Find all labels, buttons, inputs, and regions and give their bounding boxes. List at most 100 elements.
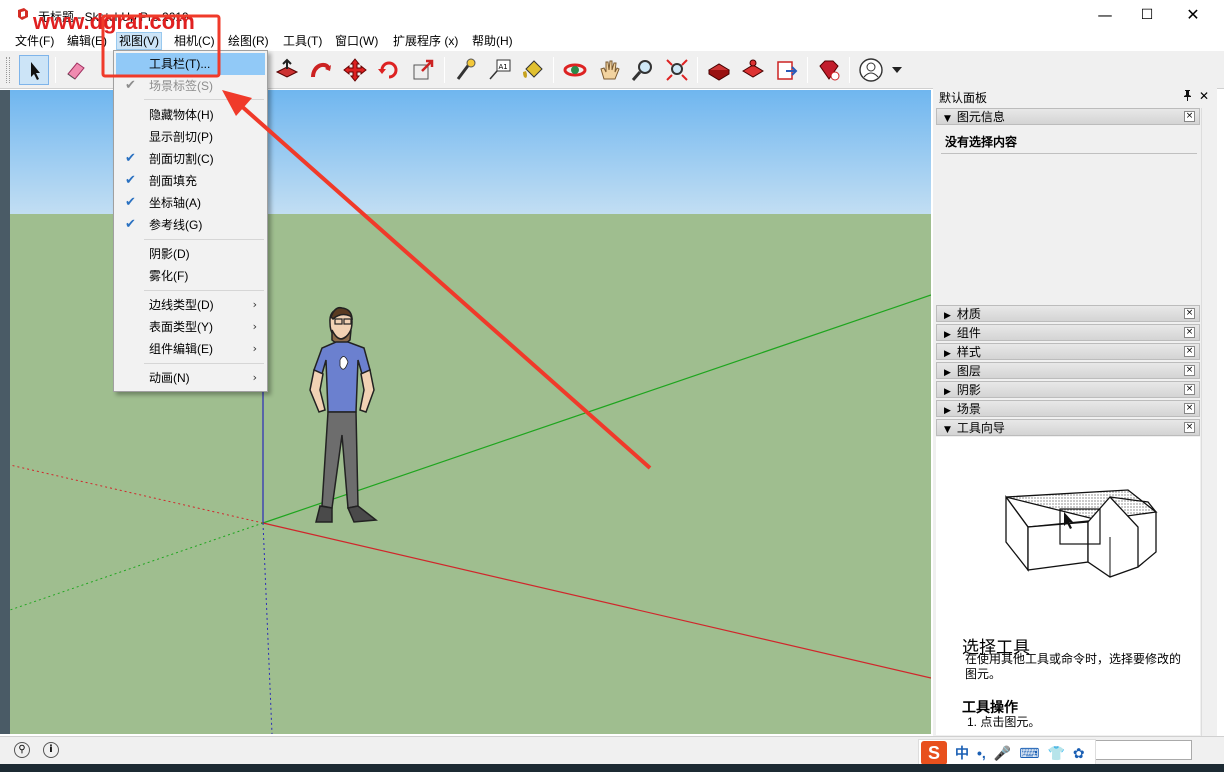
menu-item-fog[interactable]: 雾化(F) xyxy=(116,265,265,287)
extension-manager-button[interactable] xyxy=(814,55,844,85)
menu-item-face-style[interactable]: 表面类型(Y) › xyxy=(116,316,265,338)
menu-item-guides[interactable]: ✔ 参考线(G) xyxy=(116,214,265,236)
rotate-tool-button[interactable] xyxy=(374,55,404,85)
menu-tools[interactable]: 工具(T) xyxy=(281,33,324,49)
view-menu-dropdown: 工具栏(T)... ✔ 场景标签(S) 隐藏物体(H) 显示剖切(P) ✔ 剖面切割… xyxy=(113,50,268,392)
close-button[interactable]: ✕ xyxy=(1170,0,1216,30)
menu-item-section-planes[interactable]: 显示剖切(P) xyxy=(116,126,265,148)
text-icon: A1 xyxy=(489,59,511,80)
menu-item-label: 表面类型(Y) xyxy=(149,320,213,334)
tray-close-icon[interactable]: × xyxy=(1184,308,1195,319)
extension-warehouse-button[interactable] xyxy=(738,55,768,85)
ime-apps-icon[interactable]: ✿ xyxy=(1073,745,1085,762)
tray-layers-header[interactable]: ▶ 图层 × xyxy=(936,362,1200,379)
menu-item-component-edit[interactable]: 组件编辑(E) › xyxy=(116,338,265,360)
sogou-logo-icon[interactable]: S xyxy=(921,741,947,765)
tray-close-icon[interactable]: × xyxy=(1184,384,1195,395)
ime-skin-icon[interactable]: 👕 xyxy=(1047,745,1064,762)
rotate-icon xyxy=(378,61,398,79)
menu-item-label: 坐标轴(A) xyxy=(149,196,201,210)
panel-scrollbar[interactable] xyxy=(1201,108,1217,738)
text-tool-label: A1 xyxy=(499,63,508,71)
paint-bucket-tool-button[interactable] xyxy=(518,55,548,85)
tray-entity-info-header[interactable]: ▼ 图元信息 × xyxy=(936,108,1200,125)
tray-components-header[interactable]: ▶ 组件 × xyxy=(936,324,1200,341)
menu-item-axes[interactable]: ✔ 坐标轴(A) xyxy=(116,192,265,214)
menu-item-shadows[interactable]: 阴影(D) xyxy=(116,243,265,265)
menu-item-edge-style[interactable]: 边线类型(D) › xyxy=(116,294,265,316)
menu-extensions[interactable]: 扩展程序 (x) xyxy=(391,33,460,49)
menu-item-section-cuts[interactable]: ✔ 剖面切割(C) xyxy=(116,148,265,170)
menu-item-label: 工具栏(T)... xyxy=(149,57,211,71)
tray-shadows-header[interactable]: ▶ 阴影 × xyxy=(936,381,1200,398)
paint-bucket-icon xyxy=(523,60,543,78)
move-tool-button[interactable] xyxy=(340,55,370,85)
account-dropdown-icon[interactable] xyxy=(891,65,903,75)
tray-label: 图层 xyxy=(956,364,981,378)
ime-punctuation-icon[interactable]: •, xyxy=(977,745,986,761)
menu-edit[interactable]: 编辑(E) xyxy=(65,33,109,49)
minimize-button[interactable]: — xyxy=(1082,0,1128,30)
tray-close-icon[interactable]: × xyxy=(1184,365,1195,376)
account-button[interactable] xyxy=(856,55,886,85)
tray-materials-header[interactable]: ▶ 材质 × xyxy=(936,305,1200,322)
tray-close-icon[interactable]: × xyxy=(1184,346,1195,357)
zoom-tool-button[interactable] xyxy=(628,55,658,85)
collapsed-icon: ▶ xyxy=(944,387,951,397)
extension-manager-icon xyxy=(819,60,840,81)
ime-mic-icon[interactable]: 🎤 xyxy=(994,745,1011,762)
tray-close-icon[interactable]: × xyxy=(1184,403,1195,414)
push-pull-icon xyxy=(275,58,299,78)
follow-me-tool-button[interactable] xyxy=(306,55,336,85)
person-figure[interactable] xyxy=(309,306,378,523)
menu-item-label: 参考线(G) xyxy=(149,218,203,232)
panel-close-icon[interactable]: ✕ xyxy=(1199,89,1209,103)
menu-item-scene-tabs[interactable]: ✔ 场景标签(S) xyxy=(116,75,265,97)
select-tool-button[interactable] xyxy=(19,55,49,85)
menu-file[interactable]: 文件(F) xyxy=(13,33,56,49)
menu-window[interactable]: 窗口(W) xyxy=(333,33,380,49)
menu-help[interactable]: 帮助(H) xyxy=(470,33,515,49)
tray-label: 样式 xyxy=(956,345,981,359)
tray-close-icon[interactable]: × xyxy=(1184,422,1195,433)
tape-measure-icon xyxy=(456,58,476,80)
collapsed-icon: ▶ xyxy=(944,368,951,378)
eraser-tool-button[interactable] xyxy=(61,55,91,85)
warehouse-button[interactable] xyxy=(704,55,734,85)
menu-item-toolbars[interactable]: 工具栏(T)... xyxy=(116,53,265,75)
zoom-extents-tool-button[interactable] xyxy=(662,55,692,85)
orbit-tool-button[interactable] xyxy=(560,55,590,85)
scale-tool-button[interactable] xyxy=(408,55,438,85)
menu-item-animation[interactable]: 动画(N) › xyxy=(116,367,265,389)
tray-instructor-header[interactable]: ▼ 工具向导 × xyxy=(936,419,1200,436)
pin-icon[interactable] xyxy=(1183,90,1192,104)
taskbar-edge xyxy=(0,764,1224,772)
tray-scenes-header[interactable]: ▶ 场景 × xyxy=(936,400,1200,417)
text-tool-button[interactable]: A1 xyxy=(484,55,514,85)
expanded-icon: ▼ xyxy=(944,114,951,124)
menu-draw[interactable]: 绘图(R) xyxy=(226,33,271,49)
ime-language[interactable]: 中 xyxy=(955,743,969,763)
info-icon[interactable]: i xyxy=(43,742,59,758)
menu-item-label: 组件编辑(E) xyxy=(149,342,213,356)
tray-styles-header[interactable]: ▶ 样式 × xyxy=(936,343,1200,360)
geolocation-icon[interactable]: ⚲ xyxy=(14,742,30,758)
tray-close-icon[interactable]: × xyxy=(1184,111,1195,122)
menu-separator xyxy=(144,239,264,240)
menu-camera[interactable]: 相机(C) xyxy=(172,33,217,49)
toolbar-grip[interactable] xyxy=(6,57,10,83)
pan-tool-button[interactable] xyxy=(594,55,624,85)
tray-close-icon[interactable]: × xyxy=(1184,327,1195,338)
send-to-layout-icon xyxy=(777,61,798,80)
menu-item-label: 动画(N) xyxy=(149,371,190,385)
menu-item-section-fill[interactable]: ✔ 剖面填充 xyxy=(116,170,265,192)
measurements-box[interactable] xyxy=(1094,740,1192,760)
push-pull-tool-button[interactable] xyxy=(272,55,302,85)
maximize-button[interactable]: ☐ xyxy=(1124,0,1170,30)
send-to-layout-button[interactable] xyxy=(772,55,802,85)
menu-item-hidden-geometry[interactable]: 隐藏物体(H) xyxy=(116,104,265,126)
ime-keyboard-icon[interactable]: ⌨ xyxy=(1019,745,1039,762)
submenu-arrow-icon: › xyxy=(252,298,257,311)
submenu-arrow-icon: › xyxy=(252,342,257,355)
tape-measure-tool-button[interactable] xyxy=(450,55,480,85)
